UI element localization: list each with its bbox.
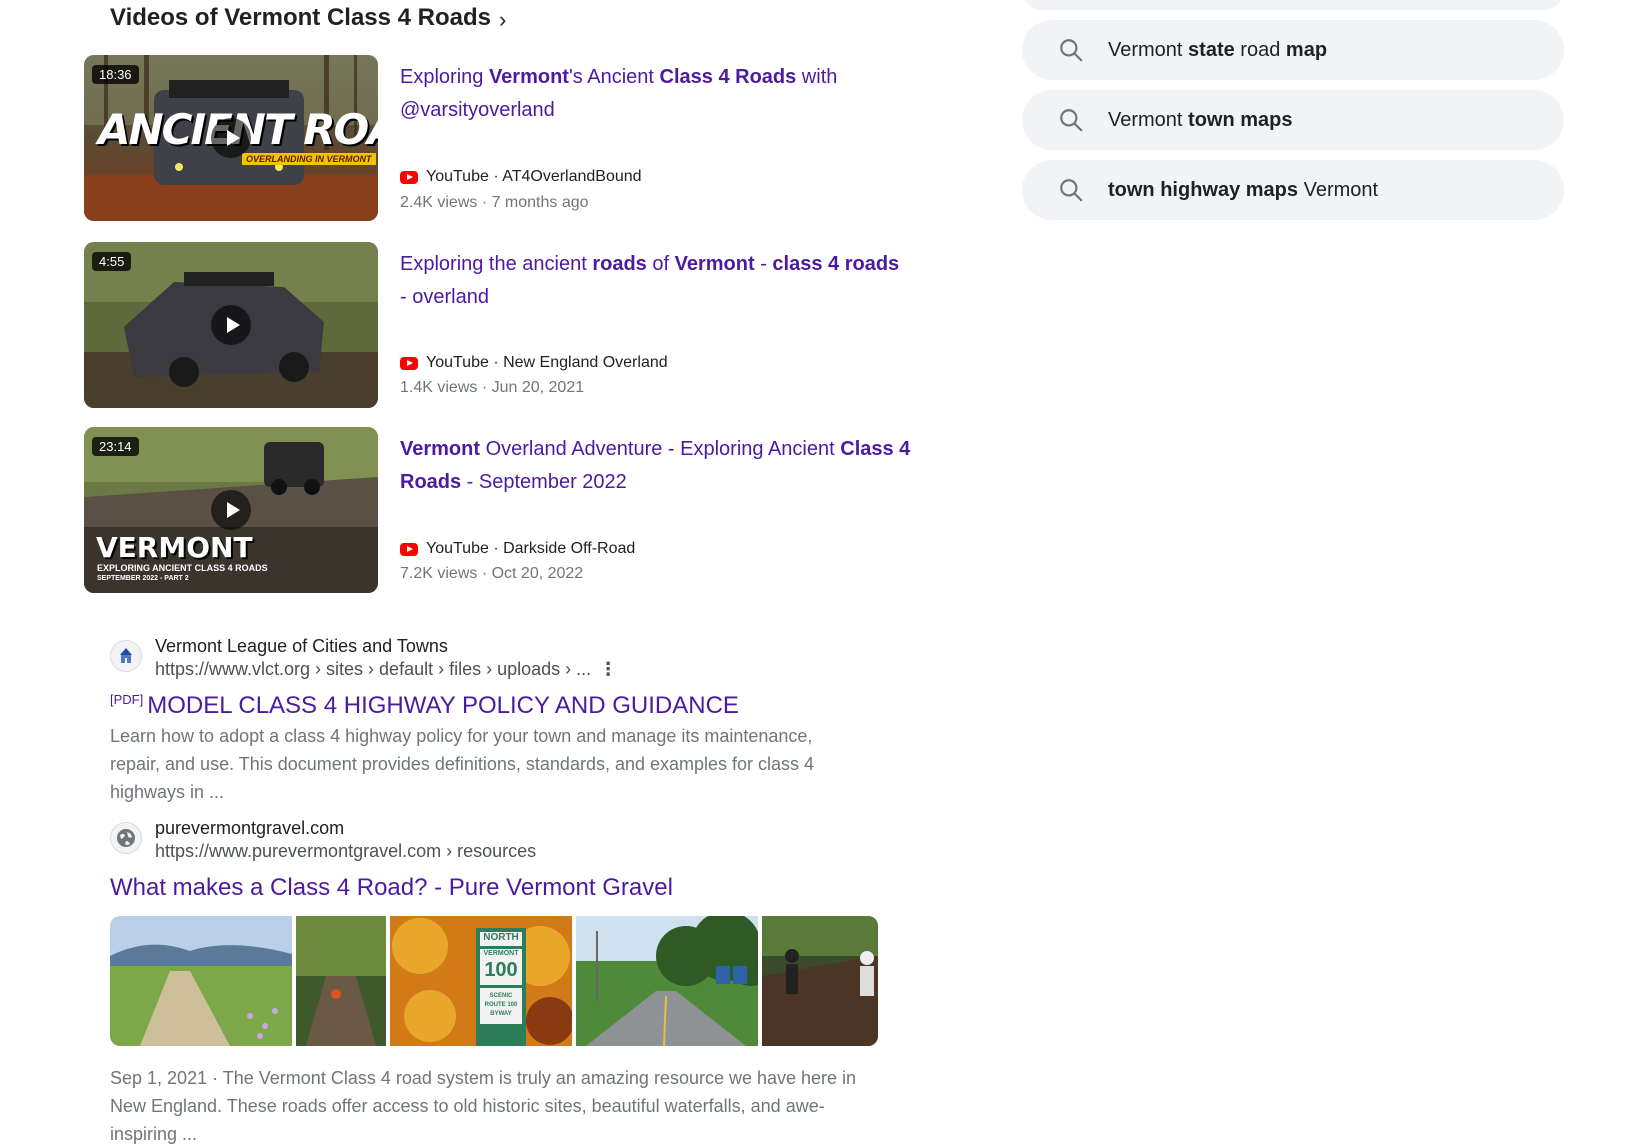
highlighted-term: town highway maps bbox=[1108, 178, 1299, 201]
text-run: Overland Adventure - Exploring Ancient bbox=[480, 438, 841, 460]
video-result[interactable]: ANCIENT ROADS OVERLANDING IN VERMONT 18:… bbox=[84, 55, 904, 221]
result-url[interactable]: https://www.purevermontgravel.com › reso… bbox=[155, 841, 536, 862]
thumbnail-subtitle-text: EXPLORING ANCIENT CLASS 4 ROADS bbox=[97, 563, 268, 573]
result-url-text: https://www.purevermontgravel.com › reso… bbox=[155, 841, 537, 861]
video-source-text: YouTube · AT4OverlandBound bbox=[426, 168, 642, 185]
text-run: road bbox=[1234, 38, 1286, 61]
text-run: Vermont bbox=[1108, 108, 1189, 131]
highlighted-term: Vermont bbox=[674, 253, 755, 275]
chevron-right-icon: › bbox=[499, 7, 507, 32]
video-title[interactable]: Exploring Vermont's Ancient Class 4 Road… bbox=[400, 61, 910, 127]
video-thumbnail[interactable]: 4:55 bbox=[84, 242, 378, 408]
sign-north-text: NORTH bbox=[483, 932, 519, 943]
text-run: - September 2022 bbox=[461, 471, 627, 493]
gallery-image[interactable] bbox=[576, 916, 776, 1046]
text-run: Vermont bbox=[1298, 178, 1379, 201]
result-site-name[interactable]: purevermontgravel.com bbox=[155, 818, 344, 839]
related-search-text: Vermont state road map bbox=[1108, 39, 1327, 62]
video-title[interactable]: Exploring the ancient roads of Vermont -… bbox=[400, 248, 910, 314]
highlighted-term: roads bbox=[592, 253, 647, 275]
youtube-icon bbox=[400, 542, 418, 556]
result-image-gallery: NORTH VERMONT 100 SCENIC ROUTE 100 BYWAY bbox=[110, 916, 878, 1046]
vlct-logo-icon bbox=[110, 640, 142, 672]
youtube-icon bbox=[400, 170, 418, 184]
video-source: YouTube · Darkside Off-Road bbox=[400, 540, 635, 558]
play-icon bbox=[211, 305, 251, 345]
video-thumbnail[interactable]: ANCIENT ROADS OVERLANDING IN VERMONT 18:… bbox=[84, 55, 378, 221]
youtube-icon bbox=[400, 356, 418, 370]
text-run: - bbox=[754, 253, 773, 275]
highlighted-term: map bbox=[1285, 38, 1328, 61]
search-icon bbox=[1060, 179, 1083, 202]
text-run: of bbox=[646, 253, 675, 275]
related-search-item[interactable]: town highway maps Vermont bbox=[1022, 160, 1564, 220]
thumbnail-subtitle-text: OVERLANDING IN VERMONT bbox=[242, 153, 376, 165]
highlighted-term: Vermont bbox=[488, 66, 569, 88]
text-run: Exploring bbox=[400, 66, 489, 88]
related-search-text: town highway maps Vermont bbox=[1108, 179, 1378, 202]
video-meta: 7.2K views · Oct 20, 2022 bbox=[400, 565, 584, 582]
video-duration: 4:55 bbox=[92, 252, 132, 271]
video-source-text: YouTube · Darkside Off-Road bbox=[426, 540, 636, 557]
video-source: YouTube · New England Overland bbox=[400, 354, 668, 372]
text-run: 's Ancient bbox=[568, 66, 660, 88]
search-icon bbox=[1060, 109, 1083, 132]
related-search-text: Vermont town maps bbox=[1108, 109, 1293, 132]
video-result[interactable]: VERMONT EXPLORING ANCIENT CLASS 4 ROADS … bbox=[84, 427, 910, 593]
video-thumbnail[interactable]: VERMONT EXPLORING ANCIENT CLASS 4 ROADS … bbox=[84, 427, 378, 593]
sign-route-number: 100 bbox=[484, 959, 518, 981]
result-snippet: Sep 1, 2021 · The Vermont Class 4 road s… bbox=[110, 1064, 860, 1148]
video-source: YouTube · AT4OverlandBound bbox=[400, 168, 642, 186]
text-run: Exploring the ancient bbox=[400, 253, 593, 275]
video-duration: 23:14 bbox=[92, 437, 139, 456]
highlighted-term: state bbox=[1188, 38, 1235, 61]
thumbnail-subtitle-text: SEPTEMBER 2022 - PART 2 bbox=[97, 575, 189, 582]
highlighted-term: class 4 roads bbox=[772, 253, 900, 275]
video-meta: 1.4K views · Jun 20, 2021 bbox=[400, 379, 585, 396]
thumbnail-title-text: VERMONT bbox=[96, 531, 253, 564]
video-result[interactable]: 4:55 Exploring the ancient roads of Verm… bbox=[84, 242, 904, 408]
result-date: Sep 1, 2021 · bbox=[110, 1068, 223, 1088]
related-search-item[interactable]: Vermont town maps bbox=[1022, 90, 1564, 150]
text-run: - overland bbox=[400, 286, 489, 308]
video-meta: 2.4K views · 7 months ago bbox=[400, 194, 589, 211]
highlighted-term: Vermont bbox=[400, 438, 481, 460]
video-duration: 18:36 bbox=[92, 65, 139, 84]
globe-icon bbox=[110, 822, 142, 854]
pdf-tag: [PDF] bbox=[110, 692, 144, 707]
result-title-link[interactable]: What makes a Class 4 Road? - Pure Vermon… bbox=[110, 874, 673, 902]
gallery-image[interactable]: NORTH VERMONT 100 SCENIC ROUTE 100 BYWAY bbox=[390, 916, 574, 1046]
result-snippet-text: The Vermont Class 4 road system is truly… bbox=[110, 1068, 857, 1144]
result-title-link[interactable]: [PDF] MODEL CLASS 4 HIGHWAY POLICY AND GU… bbox=[110, 692, 739, 720]
play-icon bbox=[211, 490, 251, 530]
sign-scenic-text: SCENIC ROUTE 100 BYWAY bbox=[484, 993, 518, 1017]
video-source-text: YouTube · New England Overland bbox=[426, 354, 668, 371]
gallery-image[interactable] bbox=[296, 916, 386, 1046]
search-icon bbox=[1060, 39, 1083, 62]
result-url-text: https://www.vlct.org › sites › default ›… bbox=[155, 659, 592, 679]
result-title-text: MODEL CLASS 4 HIGHWAY POLICY AND GUIDANC… bbox=[147, 692, 739, 719]
related-search-pill-partial[interactable] bbox=[1022, 0, 1564, 10]
play-icon bbox=[211, 118, 251, 158]
sign-vermont-text: VERMONT bbox=[483, 950, 519, 957]
more-options-icon[interactable]: ⋮ bbox=[599, 659, 617, 680]
videos-section-heading[interactable]: Videos of Vermont Class 4 Roads › bbox=[110, 4, 506, 32]
gallery-image[interactable] bbox=[762, 916, 878, 1046]
text-run: Vermont bbox=[1108, 38, 1189, 61]
related-search-item[interactable]: Vermont state road map bbox=[1022, 20, 1564, 80]
result-url[interactable]: https://www.vlct.org › sites › default ›… bbox=[155, 659, 617, 680]
video-title[interactable]: Vermont Overland Adventure - Exploring A… bbox=[400, 433, 920, 499]
result-site-name[interactable]: Vermont League of Cities and Towns bbox=[155, 636, 448, 657]
result-snippet: Learn how to adopt a class 4 highway pol… bbox=[110, 726, 815, 802]
gallery-image[interactable] bbox=[110, 916, 292, 1046]
videos-heading-text: Videos of Vermont Class 4 Roads bbox=[110, 4, 492, 31]
highlighted-term: town maps bbox=[1188, 108, 1293, 131]
highlighted-term: Class 4 Roads bbox=[659, 66, 797, 88]
